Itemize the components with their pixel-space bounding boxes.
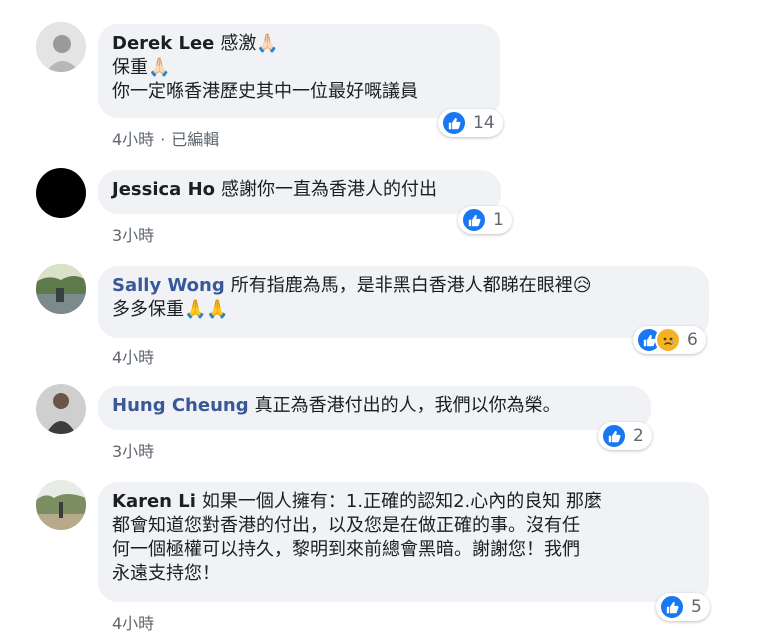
like-icon xyxy=(659,594,685,620)
comment-text: 永遠支持您！ xyxy=(112,563,220,584)
reaction-count: 5 xyxy=(691,597,702,617)
reaction-badge[interactable]: 5 xyxy=(656,593,710,621)
timestamp[interactable]: 4小時 xyxy=(112,614,154,633)
comment-bubble: Karen Li 如果一個人擁有：1.正確的認知2.心內的良知 那麼 都會知道您對… xyxy=(98,482,709,602)
comment-text: 如果一個人擁有：1.正確的認知2.心內的良知 那麼 xyxy=(201,491,602,512)
comment-meta: 4小時 xyxy=(112,610,154,634)
author-name[interactable]: Karen Li xyxy=(112,491,196,512)
avatar[interactable] xyxy=(36,480,86,530)
comment-karen-li: Karen Li 如果一個人擁有：1.正確的認知2.心內的良知 那麼 都會知道您對… xyxy=(0,0,780,638)
comment-text: 都會知道您對香港的付出，以及您是在做正確的事。沒有任 xyxy=(112,515,580,536)
comment-text: 何一個極權可以持久，黎明到來前總會黑暗。謝謝您！我們 xyxy=(112,539,580,560)
